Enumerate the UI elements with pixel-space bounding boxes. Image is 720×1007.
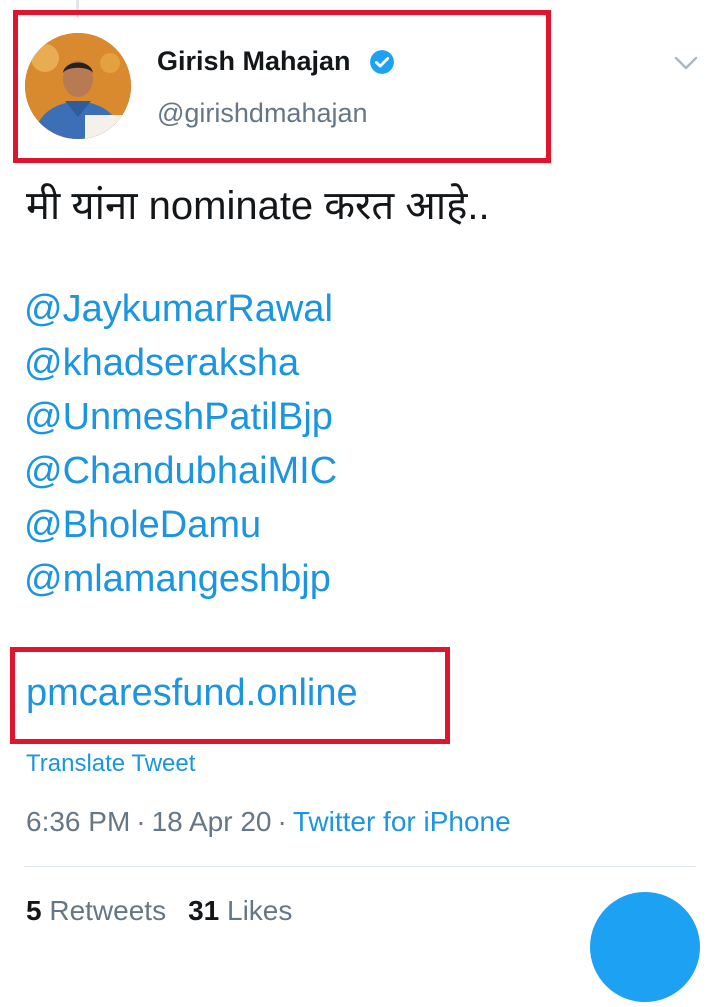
mention-link[interactable]: @UnmeshPatilBjp bbox=[24, 390, 337, 444]
retweets-label: Retweets bbox=[49, 895, 167, 926]
compose-icon bbox=[590, 892, 700, 1002]
mention-link[interactable]: @mlamangeshbjp bbox=[24, 552, 337, 606]
mention-link[interactable]: @ChandubhaiMIC bbox=[24, 444, 337, 498]
tweet-metadata: 6:36 PM · 18 Apr 20 · Twitter for iPhone bbox=[26, 806, 511, 838]
highlight-annotation-link bbox=[10, 647, 450, 744]
mention-link[interactable]: @BholeDamu bbox=[24, 498, 337, 552]
tweet-source-link[interactable]: Twitter for iPhone bbox=[293, 806, 511, 837]
retweets-stat[interactable]: 5 Retweets bbox=[26, 895, 166, 926]
tweet-date[interactable]: 18 Apr 20 bbox=[152, 806, 272, 837]
mention-link[interactable]: @khadseraksha bbox=[24, 336, 337, 390]
compose-button[interactable] bbox=[590, 892, 700, 1002]
mention-list: @JaykumarRawal @khadseraksha @UnmeshPati… bbox=[24, 282, 337, 606]
likes-stat[interactable]: 31 Likes bbox=[188, 895, 292, 926]
retweets-count: 5 bbox=[26, 895, 42, 926]
meta-separator: · bbox=[277, 806, 287, 837]
likes-count: 31 bbox=[188, 895, 220, 926]
translate-tweet-link[interactable]: Translate Tweet bbox=[26, 750, 195, 778]
meta-separator: · bbox=[136, 806, 146, 837]
mention-link[interactable]: @JaykumarRawal bbox=[24, 282, 337, 336]
engagement-stats: 5 Retweets 31 Likes bbox=[26, 895, 292, 927]
chevron-down-icon[interactable] bbox=[674, 55, 698, 71]
tweet-text: मी यांना nominate करत आहे.. bbox=[26, 184, 490, 228]
highlight-annotation-author bbox=[13, 10, 551, 163]
likes-label: Likes bbox=[227, 895, 293, 926]
tweet-time[interactable]: 6:36 PM bbox=[26, 806, 130, 837]
divider bbox=[24, 866, 696, 867]
